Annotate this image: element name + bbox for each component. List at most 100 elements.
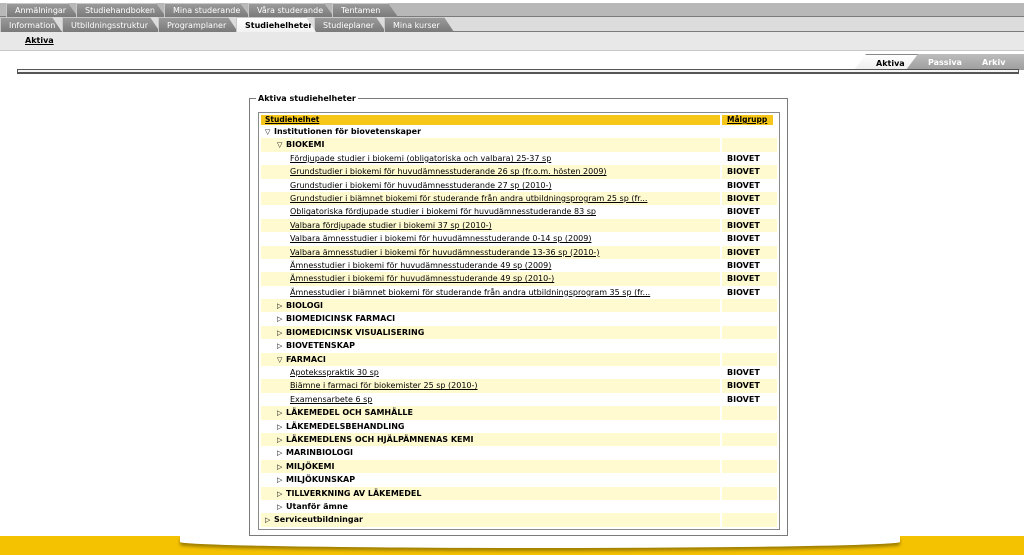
study-units-table: Studiehelhet Målgrupp Institutionen för … [258,112,780,530]
column-header-malgrupp[interactable]: Målgrupp [727,115,767,124]
column-separator [720,258,722,273]
column-separator [720,419,722,433]
column-separator [720,151,722,166]
tab-studieplaner[interactable]: Studieplaner [314,17,386,32]
tree-node-label[interactable]: BIOMEDICINSK VISUALISERING [286,328,424,337]
department-row: Institutionen för biovetenskaper [261,125,777,139]
column-separator [720,299,722,313]
study-unit-link[interactable]: Grundstudier i biokemi för huvudämnesstu… [290,181,552,190]
row-cell-name: Ämnesstudier i biokemi för huvudämnesstu… [290,272,554,285]
target-group-cell: BIOVET [727,167,760,177]
study-unit-link[interactable]: Obligatoriska fördjupade studier i bioke… [290,207,596,216]
target-group-cell: BIOVET [727,207,760,217]
expand-triangle-icon[interactable] [277,407,286,420]
tree-node-label[interactable]: FARMACI [286,355,326,364]
subject-row: LÄKEMEDEL OCH SAMHÄLLE [261,406,777,420]
tab-utbildningsstruktur[interactable]: Utbildningsstruktur [62,17,160,32]
row-cell-name: Grundstudier i biokemi för huvudämnesstu… [290,165,607,178]
tree-node-label[interactable]: BIOMEDICINSK FARMACI [286,314,395,323]
study-unit-link[interactable]: Valbara ämnesstudier i biokemi för huvud… [290,248,599,257]
tree-node-label[interactable]: MARINBIOLOGI [286,448,353,457]
tree-node-label[interactable]: TILLVERKNING AV LÄKEMEDEL [286,489,421,498]
column-separator [720,379,722,393]
row-cell-name: TILLVERKNING AV LÄKEMEDEL [277,487,421,501]
collapse-triangle-icon[interactable] [277,354,286,367]
tree-node-label[interactable]: LÄKEMEDEL OCH SAMHÄLLE [286,408,413,417]
row-cell-name: BIOMEDICINSK FARMACI [277,312,395,326]
expand-triangle-icon[interactable] [277,340,286,353]
tab-programplaner[interactable]: Programplaner [158,17,238,32]
tree-node-label[interactable]: BIOLOGI [286,301,323,310]
expand-triangle-icon[interactable] [277,474,286,487]
column-separator [720,125,722,139]
collapse-triangle-icon[interactable] [277,139,286,152]
expand-triangle-icon[interactable] [277,501,286,514]
tree-node-label[interactable]: MILJÖKEMI [286,462,334,471]
tree-node-label[interactable]: BIOKEMI [286,140,324,149]
expand-triangle-icon[interactable] [277,313,286,326]
expand-triangle-icon[interactable] [265,514,274,527]
active-study-units-panel: Aktiva studiehelheter Studiehelhet Målgr… [249,94,788,536]
study-unit-link[interactable]: Grundstudier i biämnet biokemi för stude… [290,194,647,203]
study-unit-row: Grundstudier i biokemi för huvudämnesstu… [261,178,777,192]
study-unit-row: Ämnesstudier i biokemi för huvudämnesstu… [261,272,777,286]
row-cell-name: Serviceutbildningar [265,513,363,527]
expand-triangle-icon[interactable] [277,327,286,340]
column-separator [720,352,722,367]
study-unit-row: Ämnesstudier i biämnet biokemi för stude… [261,285,777,300]
study-unit-link[interactable]: Biämne i farmaci för biokemister 25 sp (… [290,381,478,390]
study-unit-link[interactable]: Ämnesstudier i biokemi för huvudämnesstu… [290,261,551,270]
study-unit-link[interactable]: Valbara fördjupade studier i biokemi 37 … [290,221,492,230]
column-separator [720,178,722,192]
tree-node-label[interactable]: MILJÖKUNSKAP [286,475,355,484]
tree-node-label[interactable]: LÄKEMEDLENS OCH HJÄLPÄMNENAS KEMI [286,435,473,444]
study-unit-row: Biämne i farmaci för biokemister 25 sp (… [261,379,777,393]
tab-tentamen[interactable]: Tentamen [332,3,398,17]
study-unit-link[interactable]: Fördjupade studier i biokemi (obligatori… [290,154,551,163]
expand-triangle-icon[interactable] [277,300,286,313]
tree-node-label[interactable]: Serviceutbildningar [274,515,363,524]
tab-anmalningar[interactable]: Anmälningar [6,3,78,17]
row-cell-name: BIOLOGI [277,299,323,313]
expand-triangle-icon[interactable] [277,461,286,474]
study-unit-row: Valbara fördjupade studier i biokemi 37 … [261,218,777,233]
column-header-studiehelhet[interactable]: Studiehelhet [265,115,319,124]
study-unit-link[interactable]: Grundstudier i biokemi för huvudämnesstu… [290,167,607,176]
row-cell-name: MILJÖKUNSKAP [277,473,355,487]
tree-node-label[interactable]: LÄKEMEDELSBEHANDLING [286,422,404,431]
tree-node-label[interactable]: BIOVETENSKAP [286,341,355,350]
tree-node-label[interactable]: Utanför ämne [286,502,348,511]
column-separator [720,499,722,514]
study-unit-link[interactable]: Ämnesstudier i biämnet biokemi för stude… [290,288,650,297]
tab-vara-studerande[interactable]: Våra studerande [248,3,334,17]
tab-mina-kurser[interactable]: Mina kurser [384,17,454,32]
study-unit-link[interactable]: Ämnesstudier i biokemi för huvudämnesstu… [290,274,554,283]
collapse-triangle-icon[interactable] [265,126,274,139]
subject-row: BIOMEDICINSK VISUALISERING [261,325,777,340]
tab-studiehandboken[interactable]: Studiehandboken [76,3,166,17]
study-unit-row: Examensarbete 6 sp BIOVET [261,392,777,407]
row-cell-name: MARINBIOLOGI [277,446,353,460]
study-unit-link[interactable]: Examensarbete 6 sp [290,395,372,404]
column-separator [720,232,722,246]
expand-triangle-icon[interactable] [277,421,286,434]
tree-node-label[interactable]: Institutionen för biovetenskaper [274,127,421,136]
study-unit-link[interactable]: Apoteksspraktik 30 sp [290,368,379,377]
subject-row: Utanför ämne [261,499,777,514]
panel-legend: Aktiva studiehelheter [256,94,358,103]
tab-mina-studerande[interactable]: Mina studerande [164,3,250,17]
row-cell-name: LÄKEMEDLENS OCH HJÄLPÄMNENAS KEMI [277,433,473,447]
tab-studiehelheter[interactable]: Studiehelheter [236,17,316,32]
column-separator [720,272,722,286]
row-cell-name: Fördjupade studier i biokemi (obligatori… [290,152,551,165]
expand-triangle-icon[interactable] [277,434,286,447]
column-separator [720,285,722,300]
expand-triangle-icon[interactable] [277,447,286,460]
tab-information[interactable]: Information [0,17,62,32]
subject-row: MARINBIOLOGI [261,446,777,460]
study-unit-link[interactable]: Valbara ämnesstudier i biokemi för huvud… [290,234,591,243]
subnav-link-aktiva[interactable]: Aktiva [25,36,54,45]
expand-triangle-icon[interactable] [277,488,286,501]
column-separator [720,366,722,380]
row-cell-name: Grundstudier i biämnet biokemi för stude… [290,192,647,205]
